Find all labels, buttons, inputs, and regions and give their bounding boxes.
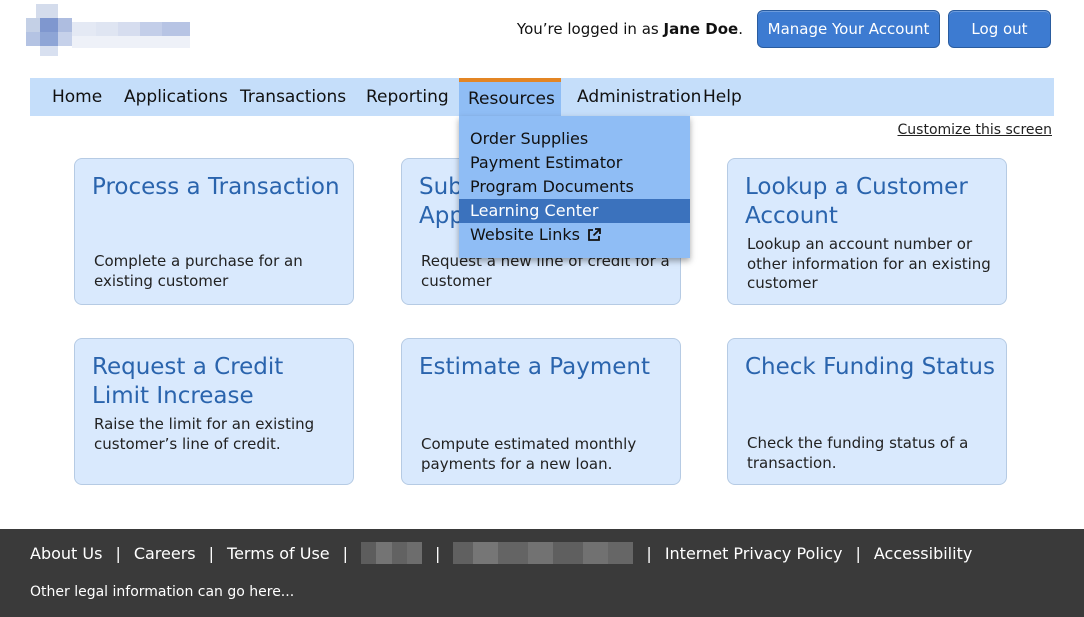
menu-item-order-supplies[interactable]: Order Supplies — [459, 127, 690, 151]
footer-separator: | — [342, 543, 349, 563]
card-title: Lookup a Customer Account — [745, 174, 968, 229]
footer-separator: | — [115, 543, 121, 563]
menu-item-learning-center[interactable]: Learning Center — [459, 199, 690, 223]
footer-link-careers[interactable]: Careers — [134, 544, 196, 563]
logout-button[interactable]: Log out — [948, 10, 1051, 48]
menu-item-website-links[interactable]: Website Links — [459, 223, 690, 247]
manage-account-button[interactable]: Manage Your Account — [757, 10, 940, 48]
menu-item-label: Website Links — [470, 225, 580, 244]
brand-logo[interactable] — [26, 4, 192, 56]
card-title: Process a Transaction — [92, 174, 340, 200]
footer-separator: | — [435, 543, 441, 563]
card-description: Raise the limit for an existing customer… — [94, 415, 315, 453]
footer-link-accessibility[interactable]: Accessibility — [874, 544, 972, 563]
card-check-funding[interactable]: Check Funding Status Check the funding s… — [727, 338, 1007, 485]
footer-links: About Us | Careers | Terms of Use | | | … — [30, 542, 972, 564]
footer-separator: | — [646, 543, 652, 563]
footer-separator: | — [208, 543, 215, 563]
external-link-icon — [588, 228, 601, 241]
footer-link-about-us[interactable]: About Us — [30, 544, 102, 563]
nav-item-administration[interactable]: Administration — [561, 78, 703, 116]
menu-item-payment-estimator[interactable]: Payment Estimator — [459, 151, 690, 175]
card-title: Estimate a Payment — [419, 354, 650, 380]
nav-item-resources[interactable]: Resources — [459, 78, 561, 116]
card-estimate-payment[interactable]: Estimate a Payment Compute estimated mon… — [401, 338, 681, 485]
nav-item-help[interactable]: Help — [703, 78, 763, 116]
footer-link-redacted[interactable] — [453, 542, 634, 564]
menu-item-program-documents[interactable]: Program Documents — [459, 175, 690, 199]
legal-text: Other legal information can go here... — [30, 584, 295, 600]
customize-screen-link[interactable]: Customize this screen — [898, 122, 1052, 138]
site-footer: About Us | Careers | Terms of Use | | | … — [0, 529, 1084, 617]
footer-separator: | — [855, 543, 861, 563]
card-description: Complete a purchase for an existing cust… — [94, 252, 303, 290]
nav-item-applications[interactable]: Applications — [124, 78, 240, 116]
resources-dropdown-menu: Order Supplies Payment Estimator Program… — [459, 116, 690, 258]
footer-link-redacted[interactable] — [361, 542, 423, 564]
card-lookup-customer[interactable]: Lookup a Customer Account Lookup an acco… — [727, 158, 1007, 305]
card-description: Lookup an account number or other inform… — [747, 235, 991, 292]
card-description: Check the funding status of a transactio… — [747, 434, 969, 472]
footer-link-privacy-policy[interactable]: Internet Privacy Policy — [665, 544, 843, 563]
nav-item-reporting[interactable]: Reporting — [366, 78, 459, 116]
card-process-transaction[interactable]: Process a Transaction Complete a purchas… — [74, 158, 354, 305]
card-title: Check Funding Status — [745, 354, 995, 380]
card-description: Compute estimated monthly payments for a… — [421, 435, 637, 473]
nav-item-home[interactable]: Home — [30, 78, 124, 116]
card-title: Request a Credit Limit Increase — [92, 354, 284, 409]
nav-item-transactions[interactable]: Transactions — [240, 78, 366, 116]
login-status: You’re logged in as Jane Doe. — [517, 20, 743, 38]
main-nav: Home Applications Transactions Reporting… — [30, 78, 1054, 116]
footer-link-terms-of-use[interactable]: Terms of Use — [227, 544, 330, 563]
card-credit-limit-increase[interactable]: Request a Credit Limit Increase Raise th… — [74, 338, 354, 485]
login-status-prefix: You’re logged in as — [516, 20, 659, 38]
login-status-suffix: . — [738, 20, 743, 38]
user-name: Jane Doe — [663, 20, 739, 38]
account-bar: You’re logged in as Jane Doe. Manage You… — [517, 10, 1051, 48]
